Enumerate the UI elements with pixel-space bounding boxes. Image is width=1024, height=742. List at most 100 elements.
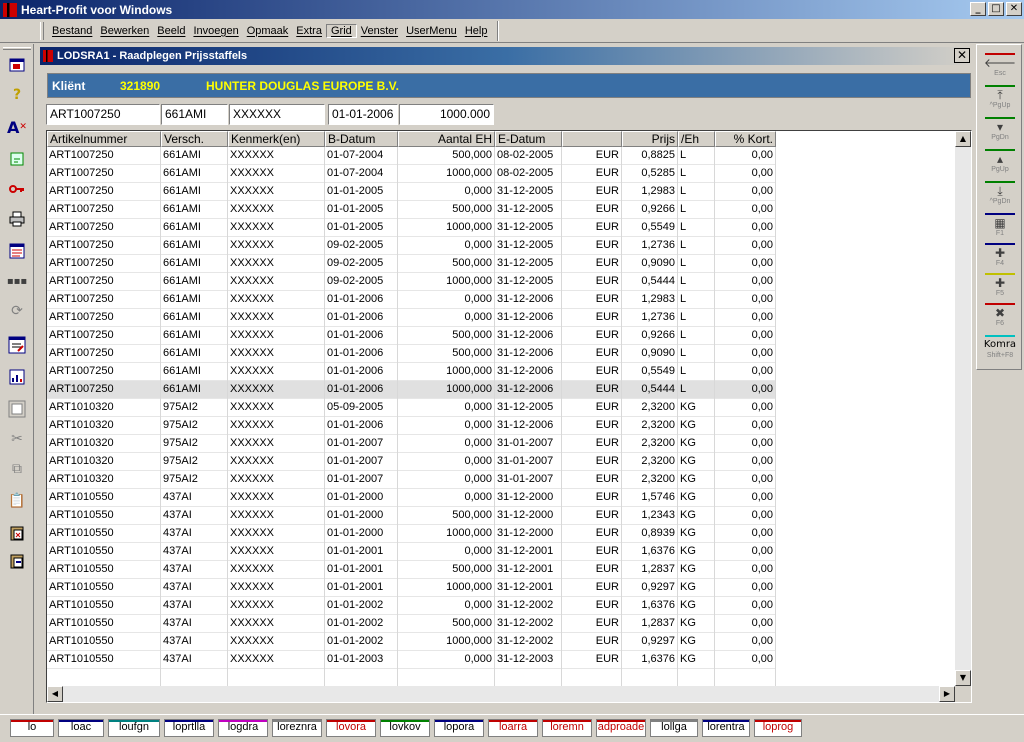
table-row[interactable]: ART1010320 975AI2 XXXXXX 01-01-2007 0,000 31-… xyxy=(47,453,776,471)
fkey-button-f4[interactable]: ✚ F4 xyxy=(982,243,1018,273)
scroll-right-icon[interactable]: ▶ xyxy=(939,686,955,702)
table-row[interactable]: ART1010550 437AI XXXXXX 01-01-2000 0,000 31-1… xyxy=(47,489,776,507)
paste-special-icon[interactable] xyxy=(6,522,28,544)
fkey-button-shiftf8[interactable]: Komra Shift+F8 xyxy=(982,335,1018,365)
menu-bewerken[interactable]: Bewerken xyxy=(96,25,153,37)
header-col-features[interactable]: Kenmerk(en) xyxy=(228,131,325,147)
menu-beeld[interactable]: Beeld xyxy=(153,25,189,37)
fkey-button-pgdn[interactable]: ▾ PgDn xyxy=(982,117,1018,147)
header-col-end-date[interactable]: E-Datum xyxy=(495,131,562,147)
module-tab-lovkov[interactable]: lovkov xyxy=(380,719,430,737)
table-row[interactable]: ART1007250 661AMI XXXXXX 01-01-2006 1000,000… xyxy=(47,363,776,381)
menu-usermenu[interactable]: UserMenu xyxy=(402,25,461,37)
fkey-button-f6[interactable]: ✖ F6 xyxy=(982,303,1018,333)
module-tab-adproade[interactable]: adproade xyxy=(596,719,646,737)
table-row[interactable]: ART1010550 437AI XXXXXX 01-01-2001 0,000 31-1… xyxy=(47,543,776,561)
menu-grid[interactable]: Grid xyxy=(325,23,357,38)
scroll-up-icon[interactable]: ▲ xyxy=(955,131,971,147)
table-row[interactable]: ART1007250 661AMI XXXXXX 01-01-2006 1000,000… xyxy=(47,381,776,399)
menu-help[interactable]: Help xyxy=(461,25,492,37)
quantity-filter-field[interactable]: 1000.000 xyxy=(399,104,494,125)
table-row[interactable]: ART1007250 661AMI XXXXXX 09-02-2005 500,000 3… xyxy=(47,255,776,273)
module-tab-loprog[interactable]: loprog xyxy=(754,719,802,737)
table-row[interactable]: ART1010550 437AI XXXXXX 01-01-2000 1000,000 3… xyxy=(47,525,776,543)
table-row[interactable]: ART1010550 437AI XXXXXX 01-01-2002 1000,000 3… xyxy=(47,633,776,651)
print-icon[interactable] xyxy=(6,208,28,230)
calendar-icon[interactable] xyxy=(6,148,28,170)
copy-icon[interactable]: ⧉ xyxy=(6,458,28,480)
fkey-button-pgdn[interactable]: ⤓ ^PgDn xyxy=(982,181,1018,211)
article-filter-field[interactable]: ART1007250 xyxy=(46,104,160,125)
minimize-button[interactable]: _ xyxy=(970,2,986,16)
fkey-button-pgup[interactable]: ⤒ ^PgUp xyxy=(982,85,1018,115)
header-col-quantity[interactable]: Aantal EH xyxy=(398,131,495,147)
maximize-button[interactable]: □ xyxy=(988,2,1004,16)
paste-link-icon[interactable] xyxy=(6,550,28,572)
table-row[interactable]: ART1007250 661AMI XXXXXX 01-01-2006 0,000 31-… xyxy=(47,291,776,309)
table-row[interactable]: ART1007250 661AMI XXXXXX 01-01-2006 0,000 31-… xyxy=(47,309,776,327)
menu-bestand[interactable]: Bestand xyxy=(48,25,96,37)
header-col-unit[interactable]: /Eh xyxy=(678,131,715,147)
chart-icon[interactable] xyxy=(6,366,28,388)
key-icon[interactable] xyxy=(6,178,28,200)
table-row[interactable]: ART1010320 975AI2 XXXXXX 01-01-2007 0,000 31-… xyxy=(47,471,776,489)
vertical-scrollbar[interactable]: ▲ ▼ xyxy=(955,131,971,686)
header-col-variant[interactable]: Versch. xyxy=(161,131,228,147)
close-button[interactable]: ✕ xyxy=(1006,2,1022,16)
menu-extra[interactable]: Extra xyxy=(292,25,326,37)
header-col-discount[interactable]: % Kort. xyxy=(715,131,776,147)
scroll-down-icon[interactable]: ▼ xyxy=(955,670,971,686)
table-row[interactable]: ART1007250 661AMI XXXXXX 01-01-2005 1000,000… xyxy=(47,219,776,237)
table-row[interactable]: ART1010320 975AI2 XXXXXX 01-01-2007 0,000 31-… xyxy=(47,435,776,453)
table-row[interactable]: ART1007250 661AMI XXXXXX 01-07-2004 1000,000… xyxy=(47,165,776,183)
spell-icon[interactable]: A ✕ xyxy=(6,116,28,138)
table-row[interactable]: ART1010550 437AI XXXXXX 01-01-2002 0,000 31-1… xyxy=(47,597,776,615)
menu-invoegen[interactable]: Invoegen xyxy=(189,25,242,37)
table-row[interactable]: ART1007250 661AMI XXXXXX 01-07-2004 500,000 0… xyxy=(47,147,776,165)
menu-venster[interactable]: Venster xyxy=(357,25,402,37)
module-tab-lopora[interactable]: lopora xyxy=(434,719,484,737)
window-icon[interactable] xyxy=(6,54,28,76)
module-tab-logdra[interactable]: logdra xyxy=(218,719,268,737)
feature-filter-field[interactable]: XXXXXX xyxy=(229,104,325,125)
scroll-left-icon[interactable]: ◀ xyxy=(47,686,63,702)
document-close-button[interactable]: ✕ xyxy=(954,48,970,63)
module-tab-loarra[interactable]: loarra xyxy=(488,719,538,737)
horizontal-scrollbar[interactable]: ◀ ▶ xyxy=(47,686,955,702)
module-tab-lo[interactable]: lo xyxy=(10,719,54,737)
refresh-icon[interactable]: ⟳ xyxy=(6,300,28,322)
module-tab-lovora[interactable]: lovora xyxy=(326,719,376,737)
date-filter-field[interactable]: 01-01-2006 xyxy=(328,104,398,125)
fkey-button-f5[interactable]: ✚ F5 xyxy=(982,273,1018,303)
table-row[interactable]: ART1010320 975AI2 XXXXXX 01-01-2006 0,000 31-… xyxy=(47,417,776,435)
dots-icon[interactable]: ▪▪▪ xyxy=(6,270,28,292)
paste-icon[interactable]: 📋 xyxy=(6,490,28,512)
table-row[interactable]: ART1007250 661AMI XXXXXX 09-02-2005 1000,000… xyxy=(47,273,776,291)
table-row[interactable]: ART1007250 661AMI XXXXXX 09-02-2005 0,000 31-… xyxy=(47,237,776,255)
variant-filter-field[interactable]: 661AMI xyxy=(161,104,228,125)
module-tab-loreznra[interactable]: loreznra xyxy=(272,719,322,737)
cut-icon[interactable]: ✂ xyxy=(6,428,28,450)
menu-opmaak[interactable]: Opmaak xyxy=(243,25,293,37)
module-tab-loac[interactable]: loac xyxy=(58,719,104,737)
table-row[interactable]: ART1010550 437AI XXXXXX 01-01-2001 1000,000 3… xyxy=(47,579,776,597)
edit-form-icon[interactable] xyxy=(6,334,28,356)
module-tab-loufgn[interactable]: loufgn xyxy=(108,719,160,737)
header-col-article[interactable]: Artikelnummer xyxy=(47,131,161,147)
fkey-button-f1[interactable]: ▦ F1 xyxy=(982,213,1018,243)
fkey-button-esc[interactable]: 🡐 Esc xyxy=(982,53,1018,83)
table-row[interactable]: ART1007250 661AMI XXXXXX 01-01-2005 0,000 31-… xyxy=(47,183,776,201)
table-row[interactable]: ART1007250 661AMI XXXXXX 01-01-2006 500,000 3… xyxy=(47,345,776,363)
module-tab-loremn[interactable]: loremn xyxy=(542,719,592,737)
module-tab-lorentra[interactable]: lorentra xyxy=(702,719,750,737)
table-row[interactable]: ART1010320 975AI2 XXXXXX 05-09-2005 0,000 31-… xyxy=(47,399,776,417)
price-tier-grid[interactable]: Artikelnummer Versch. Kenmerk(en) B-Datum Aa… xyxy=(46,130,972,703)
table-row[interactable]: ART1007250 661AMI XXXXXX 01-01-2006 500,000 3… xyxy=(47,327,776,345)
fkey-button-pgup[interactable]: ▴ PgUp xyxy=(982,149,1018,179)
header-col-currency[interactable] xyxy=(562,131,622,147)
header-col-begin-date[interactable]: B-Datum xyxy=(325,131,398,147)
table-row[interactable]: ART1007250 661AMI XXXXXX 01-01-2005 500,000 3… xyxy=(47,201,776,219)
table-row[interactable]: ART1010550 437AI XXXXXX 01-01-2003 0,000 31-1… xyxy=(47,651,776,669)
table-row[interactable]: ART1010550 437AI XXXXXX 01-01-2002 500,000 31… xyxy=(47,615,776,633)
module-tab-lollga[interactable]: lollga xyxy=(650,719,698,737)
